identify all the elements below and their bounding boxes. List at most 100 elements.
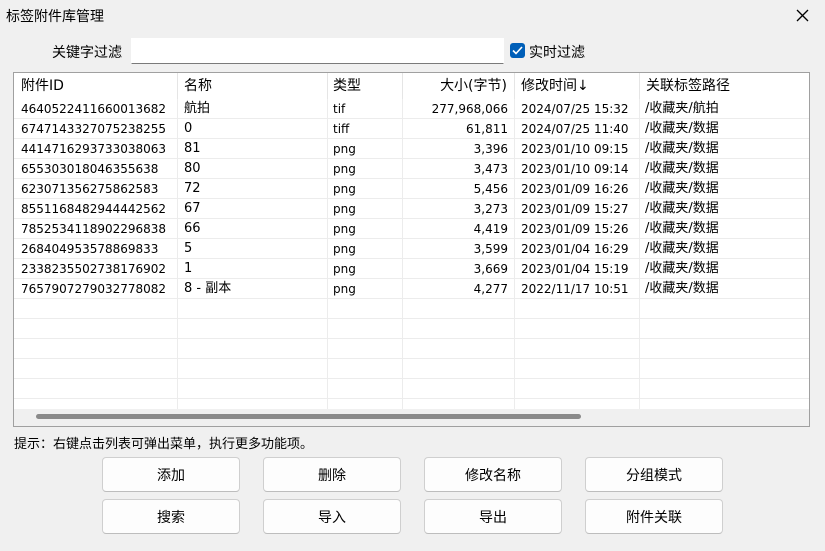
keyword-filter-input[interactable] xyxy=(131,38,504,64)
attachment-table[interactable]: 附件ID 名称 类型 大小(字节) 修改时间↓ 关联标签路径 464052241… xyxy=(13,72,810,427)
cell-tag-path: /收藏夹/数据 xyxy=(645,121,719,136)
cell-modified: 2023/01/04 15:19 xyxy=(521,262,629,276)
row-gridline xyxy=(14,298,809,299)
close-icon xyxy=(796,9,809,22)
cell-size: 4,277 xyxy=(473,282,508,296)
cell-modified: 2024/07/25 15:32 xyxy=(521,102,629,116)
cell-size: 61,811 xyxy=(466,122,508,136)
cell-tag-path: /收藏夹/数据 xyxy=(645,261,719,276)
column-header-size[interactable]: 大小(字节) xyxy=(403,73,515,99)
cell-size: 277,968,066 xyxy=(431,102,508,116)
cell-name: 5 xyxy=(184,241,193,256)
import-button[interactable]: 导入 xyxy=(263,499,401,534)
column-header-id[interactable]: 附件ID xyxy=(14,73,178,99)
row-gridline xyxy=(14,158,809,159)
column-header-type[interactable]: 类型 xyxy=(328,73,403,99)
cell-id: 6747143327075238255 xyxy=(21,122,167,136)
row-gridline xyxy=(14,278,809,279)
cell-name: 67 xyxy=(184,201,201,216)
cell-modified: 2023/01/09 16:26 xyxy=(521,182,629,196)
table-row[interactable]: 623071356275862583 72 png 5,456 2023/01/09 1… xyxy=(14,179,809,199)
cell-type: png xyxy=(333,162,356,176)
table-row[interactable]: 8551168482944442562 67 png 3,273 2023/01/09 … xyxy=(14,199,809,219)
row-gridline xyxy=(14,378,809,379)
column-header-name[interactable]: 名称 xyxy=(178,73,328,99)
row-gridline xyxy=(14,258,809,259)
cell-tag-path: /收藏夹/数据 xyxy=(645,201,719,216)
export-button[interactable]: 导出 xyxy=(424,499,562,534)
cell-name: 81 xyxy=(184,141,201,156)
scrollbar-thumb[interactable] xyxy=(36,414,581,419)
cell-id: 4414716293733038063 xyxy=(21,142,167,156)
cell-size: 3,273 xyxy=(473,202,508,216)
cell-id: 7852534118902296838 xyxy=(21,222,167,236)
cell-name: 66 xyxy=(184,221,201,236)
cell-tag-path: /收藏夹/航拍 xyxy=(645,101,719,116)
horizontal-scrollbar[interactable] xyxy=(14,409,809,426)
cell-type: png xyxy=(333,262,356,276)
cell-tag-path: /收藏夹/数据 xyxy=(645,221,719,236)
cell-modified: 2022/11/17 10:51 xyxy=(521,282,629,296)
table-row[interactable]: 4414716293733038063 81 png 3,396 2023/01/10 … xyxy=(14,139,809,159)
cell-type: tif xyxy=(333,102,346,116)
cell-type: png xyxy=(333,182,356,196)
row-gridline xyxy=(14,178,809,179)
cell-size: 5,456 xyxy=(473,182,508,196)
cell-modified: 2023/01/04 16:29 xyxy=(521,242,629,256)
checkbox-checked-icon xyxy=(510,43,525,58)
cell-type: png xyxy=(333,142,356,156)
cell-modified: 2023/01/09 15:26 xyxy=(521,222,629,236)
table-header: 附件ID 名称 类型 大小(字节) 修改时间↓ 关联标签路径 xyxy=(14,73,809,99)
table-row[interactable]: 268404953578869833 5 png 3,599 2023/01/04 16… xyxy=(14,239,809,259)
row-gridline xyxy=(14,118,809,119)
hint-text: 提示：右键点击列表可弹出菜单，执行更多功能项。 xyxy=(14,437,314,452)
cell-name: 72 xyxy=(184,181,201,196)
cell-type: tiff xyxy=(333,122,350,136)
cell-modified: 2023/01/10 09:15 xyxy=(521,142,629,156)
row-gridline xyxy=(14,138,809,139)
cell-type: png xyxy=(333,222,356,236)
group-mode-button[interactable]: 分组模式 xyxy=(585,457,723,492)
search-button[interactable]: 搜索 xyxy=(102,499,240,534)
filter-label: 关键字过滤 xyxy=(52,45,122,61)
cell-type: png xyxy=(333,282,356,296)
cell-size: 3,669 xyxy=(473,262,508,276)
delete-button[interactable]: 删除 xyxy=(263,457,401,492)
table-row[interactable]: 7657907279032778082 8 - 副本 png 4,277 2022/11… xyxy=(14,279,809,299)
window-title: 标签附件库管理 xyxy=(6,9,104,25)
table-row[interactable]: 2338235502738176902 1 png 3,669 2023/01/04 1… xyxy=(14,259,809,279)
cell-name: 1 xyxy=(184,261,193,276)
close-button[interactable] xyxy=(786,0,818,32)
column-header-modified[interactable]: 修改时间↓ xyxy=(515,73,640,99)
realtime-filter-label: 实时过滤 xyxy=(529,45,585,61)
cell-id: 2338235502738176902 xyxy=(21,262,167,276)
row-gridline xyxy=(14,358,809,359)
add-button[interactable]: 添加 xyxy=(102,457,240,492)
row-gridline xyxy=(14,198,809,199)
column-header-tag-path[interactable]: 关联标签路径 xyxy=(640,73,809,99)
attach-link-button[interactable]: 附件关联 xyxy=(585,499,723,534)
cell-type: png xyxy=(333,202,356,216)
cell-name: 航拍 xyxy=(184,101,211,116)
cell-size: 3,396 xyxy=(473,142,508,156)
table-row[interactable]: 6747143327075238255 0 tiff 61,811 2024/07/25… xyxy=(14,119,809,139)
cell-modified: 2024/07/25 11:40 xyxy=(521,122,629,136)
cell-type: png xyxy=(333,242,356,256)
table-row[interactable]: 4640522411660013682 航拍 tif 277,968,066 2024/… xyxy=(14,99,809,119)
rename-button[interactable]: 修改名称 xyxy=(424,457,562,492)
row-gridline xyxy=(14,318,809,319)
table-row[interactable]: 7852534118902296838 66 png 4,419 2023/01/09 … xyxy=(14,219,809,239)
cell-id: 7657907279032778082 xyxy=(21,282,167,296)
cell-id: 8551168482944442562 xyxy=(21,202,167,216)
cell-tag-path: /收藏夹/数据 xyxy=(645,241,719,256)
cell-id: 268404953578869833 xyxy=(21,242,159,256)
cell-modified: 2023/01/10 09:14 xyxy=(521,162,629,176)
cell-modified: 2023/01/09 15:27 xyxy=(521,202,629,216)
cell-name: 0 xyxy=(184,121,193,136)
cell-id: 4640522411660013682 xyxy=(21,102,167,116)
row-gridline xyxy=(14,398,809,399)
cell-size: 3,473 xyxy=(473,162,508,176)
cell-size: 4,419 xyxy=(473,222,508,236)
table-row[interactable]: 655303018046355638 80 png 3,473 2023/01/10 0… xyxy=(14,159,809,179)
row-gridline xyxy=(14,238,809,239)
